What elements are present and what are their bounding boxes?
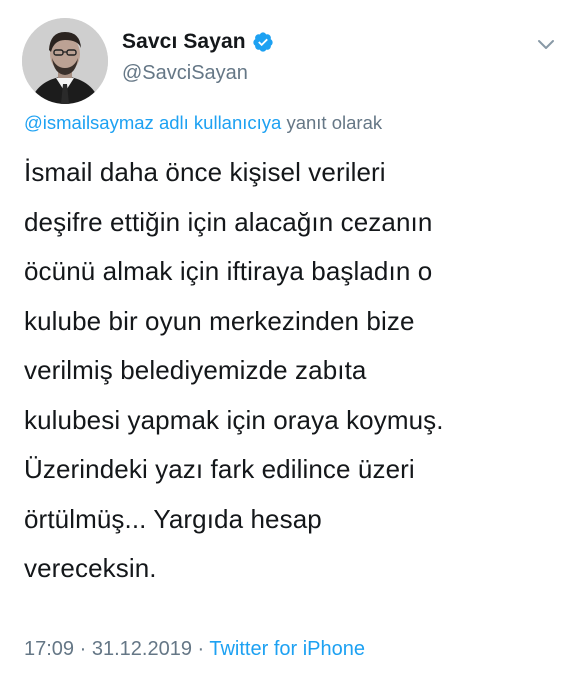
author-name-row: Savcı Sayan — [122, 30, 274, 54]
tweet-time[interactable]: 17:09 — [24, 638, 74, 660]
verified-badge-icon — [252, 31, 274, 53]
reply-mention-link[interactable]: @ismailsaymaz adlı kullanıcıya — [24, 112, 281, 133]
avatar[interactable] — [22, 18, 108, 104]
tweet-meta: 17:09 · 31.12.2019 · Twitter for iPhone — [24, 638, 365, 661]
display-name[interactable]: Savcı Sayan — [122, 30, 246, 54]
reply-mention-handle: @ismailsaymaz — [24, 112, 154, 133]
tweet-date[interactable]: 31.12.2019 — [92, 638, 192, 660]
reply-mention-suffix: adlı kullanıcıya — [158, 112, 282, 133]
tweet-text: İsmail daha önce kişisel verileri deşifr… — [24, 157, 444, 583]
meta-separator-2: · — [191, 638, 210, 660]
meta-separator: · — [74, 638, 92, 660]
tweet-card: Savcı Sayan @SavciSayan @ismailsaymaz ad… — [0, 0, 578, 680]
reply-context: @ismailsaymaz adlı kullanıcıya yanıt ola… — [24, 112, 382, 134]
user-handle[interactable]: @SavciSayan — [122, 62, 248, 85]
chevron-down-icon[interactable] — [536, 38, 556, 52]
tweet-source-link[interactable]: Twitter for iPhone — [209, 638, 365, 660]
reply-suffix: yanıt olarak — [286, 112, 383, 133]
